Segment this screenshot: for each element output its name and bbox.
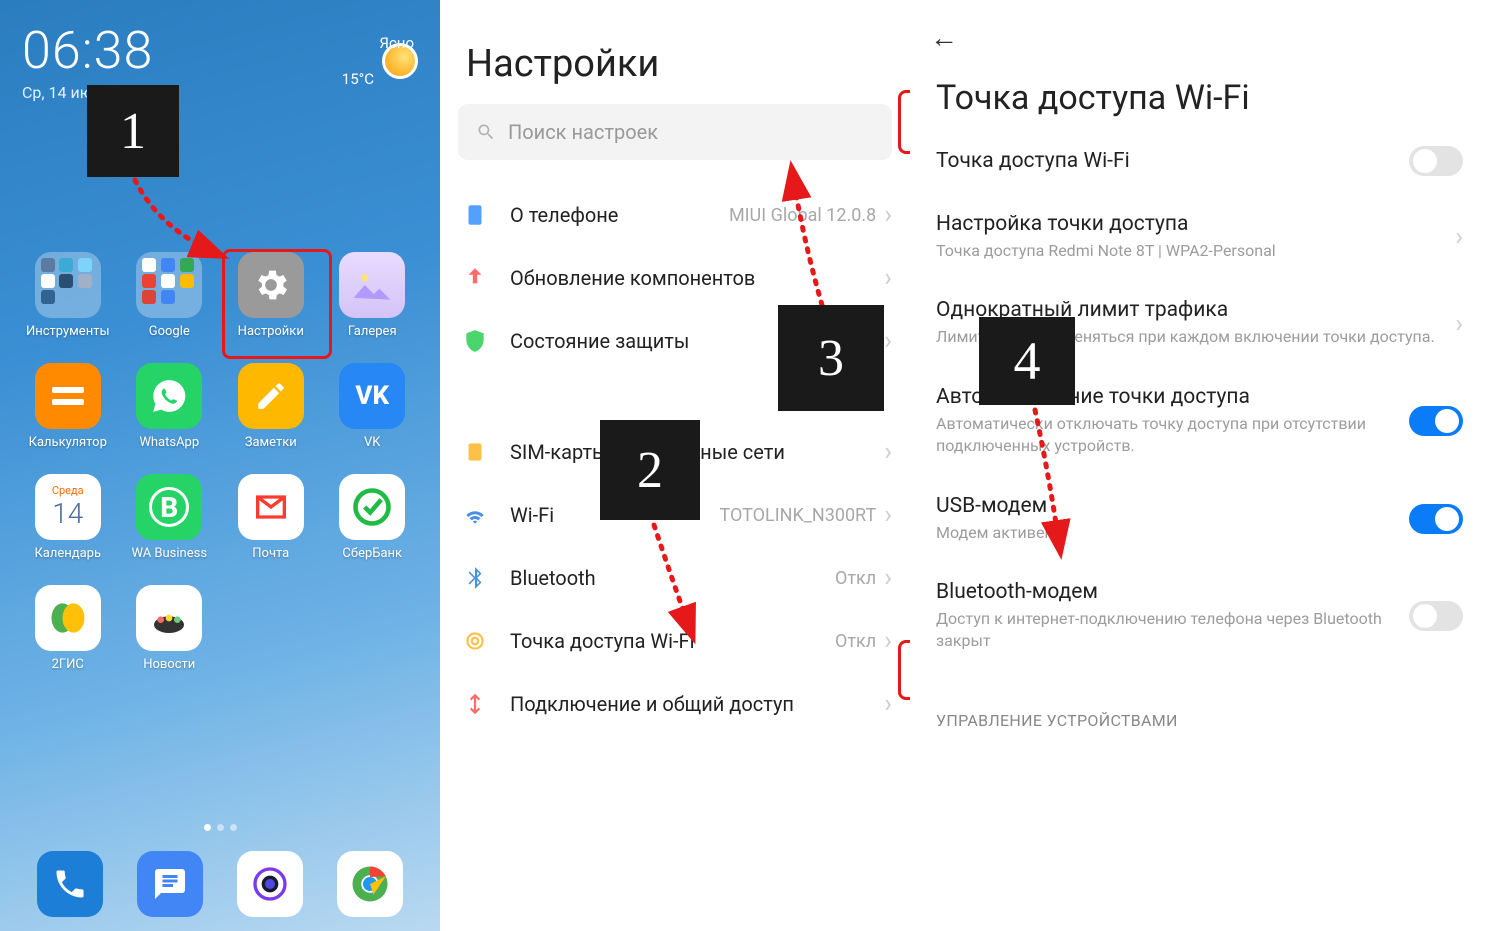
app-notes[interactable]: Заметки [223,363,319,450]
sberbank-icon [339,474,405,540]
whatsapp-icon [136,363,202,429]
step-badge-1: 1 [87,85,179,177]
toggle-hotspot[interactable] [1409,146,1463,176]
app-tools[interactable]: Инструменты [20,252,116,339]
hotspot-icon [462,628,488,654]
app-calendar[interactable]: Среда 14 Календарь [20,474,116,561]
search-input[interactable]: Поиск настроек [458,104,892,160]
page-indicator [0,824,440,831]
app-google-folder[interactable]: Google [122,252,218,339]
chevron-right-icon: › [884,200,892,230]
settings-row-about[interactable]: О телефоне MIUI Global 12.0.8 › [440,184,910,247]
folder-icon [35,252,101,318]
hotspot-page-title: Точка доступа Wi-Fi [910,56,1489,128]
dock-chrome[interactable] [337,851,403,917]
chevron-right-icon: › [884,437,892,467]
settings-row-updates[interactable]: Обновление компонентов › [440,247,910,310]
chevron-right-icon: › [884,263,892,293]
chevron-right-icon: › [1455,309,1463,339]
app-wa-business[interactable]: B WA Business [122,474,218,561]
app-calculator[interactable]: Калькулятор [20,363,116,450]
step-badge-3: 3 [778,305,884,411]
step-badge-4: 4 [979,317,1075,405]
app-news[interactable]: Новости [122,585,218,672]
2gis-icon [35,585,101,651]
hotspot-setup-row[interactable]: Настройка точки доступа Точка доступа Re… [910,194,1489,280]
search-icon [476,122,496,142]
hotspot-usb-row[interactable]: USB-модем Модем активен [910,476,1489,562]
app-vk[interactable]: VK VK [325,363,421,450]
vk-icon: VK [339,363,405,429]
calculator-icon [35,363,101,429]
settings-row-hotspot[interactable]: Точка доступа Wi-Fi Откл › [440,610,910,673]
app-sberbank[interactable]: СберБанк [325,474,421,561]
settings-row-bluetooth[interactable]: Bluetooth Откл › [440,547,910,610]
app-whatsapp[interactable]: WhatsApp [122,363,218,450]
dock-messages[interactable] [137,851,203,917]
search-placeholder: Поиск настроек [508,120,658,144]
toggle-bt[interactable] [1409,601,1463,631]
wifi-icon [462,502,488,528]
settings-title: Настройки [440,0,910,104]
step-badge-2: 2 [600,420,700,520]
app-mail[interactable]: Почта [223,474,319,561]
highlight-box-settings [222,249,332,359]
app-2gis[interactable]: 2ГИС [20,585,116,672]
folder-icon [136,252,202,318]
weather-temp: 15°C [342,70,374,88]
chevron-right-icon: › [884,563,892,593]
hotspot-bt-row[interactable]: Bluetooth-модем Доступ к интернет-подклю… [910,562,1489,671]
update-icon [462,265,488,291]
app-gallery[interactable]: Галерея [325,252,421,339]
home-screen-panel: 06:38 Ср, 14 июля Ясно 15°C Инструменты [0,0,440,931]
toggle-autooff[interactable] [1409,406,1463,436]
chevron-right-icon: › [1455,222,1463,252]
sim-icon [462,439,488,465]
back-button[interactable]: ← [930,21,958,54]
time: 06:38 [22,20,153,81]
weather-condition: Ясно [379,34,414,52]
chevron-right-icon: › [884,500,892,530]
dock-camera[interactable] [237,851,303,917]
chevron-right-icon: › [884,326,892,356]
dock-phone[interactable] [37,851,103,917]
chevron-right-icon: › [884,626,892,656]
toggle-usb[interactable] [1409,504,1463,534]
connection-icon [462,691,488,717]
wa-business-icon: B [136,474,202,540]
dock [0,851,440,917]
calendar-icon: Среда 14 [35,474,101,540]
gallery-icon [339,252,405,318]
section-devices: УПРАВЛЕНИЕ УСТРОЙСТВАМИ [910,671,1489,730]
weather-widget[interactable]: Ясно 15°C [339,20,418,102]
phone-info-icon [462,202,488,228]
hotspot-toggle-row[interactable]: Точка доступа Wi-Fi [910,128,1489,194]
hotspot-settings-panel: ← Точка доступа Wi-Fi Точка доступа Wi-F… [910,0,1489,931]
notes-icon [238,363,304,429]
bluetooth-icon [462,565,488,591]
mail-icon [238,474,304,540]
chevron-right-icon: › [884,689,892,719]
settings-row-connection[interactable]: Подключение и общий доступ › [440,673,910,736]
news-icon [136,585,202,651]
shield-icon [462,328,488,354]
